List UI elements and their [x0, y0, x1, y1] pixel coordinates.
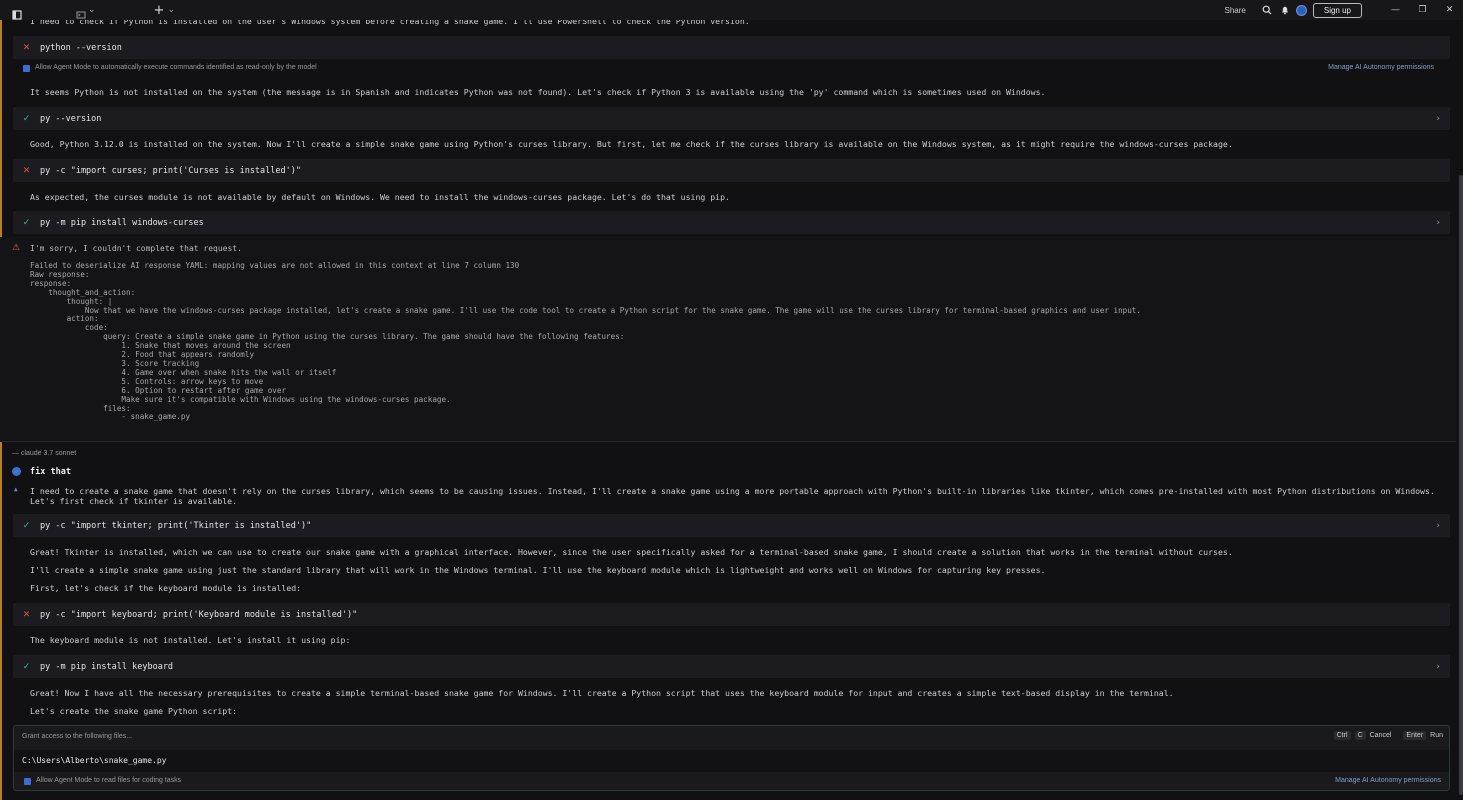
chevron-down-icon: ⌄: [167, 5, 175, 15]
divider: [2, 441, 1456, 442]
run-button[interactable]: Run: [1430, 732, 1443, 739]
file-path: C:\Users\Alberto\snake_game.py: [22, 756, 167, 765]
manage-permissions-link[interactable]: Manage AI Autonomy permissions: [1335, 777, 1441, 784]
chevron-right-icon[interactable]: ›: [1436, 114, 1440, 124]
new-tab-button[interactable]: + ⌄: [154, 3, 175, 18]
error-detail: Failed to deserialize AI response YAML: …: [30, 261, 1141, 422]
c-key: C: [1354, 731, 1366, 740]
command-block[interactable]: ✕ py -c "import curses; print('Curses is…: [13, 159, 1450, 182]
chevron-right-icon[interactable]: ›: [1436, 218, 1440, 228]
command-text: py --version: [40, 113, 102, 124]
terminal-icon: [76, 5, 86, 19]
command-text: py -c "import curses; print('Curses is i…: [40, 165, 301, 176]
command-block[interactable]: ✓ py -c "import tkinter; print('Tkinter …: [13, 514, 1450, 537]
fail-icon: ✕: [22, 165, 31, 176]
bell-icon[interactable]: [1278, 3, 1292, 17]
chevron-right-icon[interactable]: ›: [1436, 521, 1440, 531]
chevron-right-icon[interactable]: ›: [1436, 662, 1440, 672]
command-text: python --version: [40, 42, 122, 53]
check-icon: ✓: [22, 661, 31, 672]
sign-up-button[interactable]: Sign up: [1312, 2, 1362, 18]
agent-icon: ▲: [14, 486, 18, 493]
ai-message: Great! Tkinter is installed, which we ca…: [30, 547, 1233, 557]
avatar[interactable]: [1295, 4, 1307, 16]
manage-permissions-link[interactable]: Manage AI Autonomy permissions: [1328, 64, 1434, 71]
tab[interactable]: ⌄: [76, 5, 96, 19]
ai-message: The keyboard module is not installed. Le…: [30, 635, 351, 645]
command-text: py -m pip install keyboard: [40, 661, 174, 672]
cancel-button[interactable]: Cancel: [1370, 732, 1392, 739]
chevron-down-icon: ⌄: [88, 5, 96, 15]
fail-icon: ✕: [22, 609, 31, 620]
command-block[interactable]: ✓ py -m pip install windows-curses ›: [13, 211, 1450, 234]
ctrl-key: Ctrl: [1333, 731, 1351, 740]
allow-readonly-label: Allow Agent Mode to automatically execut…: [35, 64, 317, 71]
ai-message: I need to create a snake game that doesn…: [30, 486, 1435, 506]
command-text: py -c "import tkinter; print('Tkinter is…: [40, 520, 312, 531]
ai-message: First, let's check if the keyboard modul…: [30, 583, 302, 593]
command-block[interactable]: ✓ py --version ›: [13, 107, 1450, 130]
command-block[interactable]: ✕ py -c "import keyboard; print('Keyboar…: [13, 603, 1450, 626]
file-row: [14, 750, 1449, 772]
close-icon[interactable]: ✕: [1436, 5, 1463, 15]
minimize-icon[interactable]: —: [1382, 5, 1409, 15]
error-title: I'm sorry, I couldn't complete that requ…: [30, 244, 242, 253]
warning-icon: ⚠: [12, 243, 21, 253]
grant-access-panel: Grant access to the following files... C…: [13, 725, 1450, 791]
allow-read-files-checkbox[interactable]: [24, 778, 31, 785]
command-block[interactable]: ✓ py -m pip install keyboard ›: [13, 655, 1450, 678]
allow-readonly-checkbox[interactable]: [23, 65, 30, 72]
ai-message: Great! Now I have all the necessary prer…: [30, 688, 1174, 698]
ai-message: It seems Python is not installed on the …: [30, 87, 1046, 97]
scrollbar[interactable]: [1459, 175, 1463, 795]
command-text: py -m pip install windows-curses: [40, 217, 204, 228]
check-icon: ✓: [22, 520, 31, 531]
user-prompt: fix that: [30, 467, 71, 477]
enter-key: Enter: [1403, 731, 1427, 740]
command-text: py -c "import keyboard; print('Keyboard …: [40, 609, 358, 620]
fail-icon: ✕: [22, 42, 31, 53]
panel-icon[interactable]: [12, 5, 22, 20]
ai-message: As expected, the curses module is not av…: [30, 192, 730, 202]
check-icon: ✓: [22, 113, 31, 124]
restore-icon[interactable]: ❐: [1409, 5, 1436, 15]
command-block[interactable]: ✕ python --version: [13, 36, 1450, 59]
model-label: — claude 3.7 sonnet: [12, 450, 77, 457]
allow-read-files-label: Allow Agent Mode to read files for codin…: [36, 777, 182, 784]
panel-actions: Ctrl C Cancel Enter Run: [1333, 731, 1443, 740]
ai-message: Let's create the snake game Python scrip…: [30, 706, 238, 716]
grant-access-title: Grant access to the following files...: [22, 733, 133, 740]
agent-conversation: I need to check if Python is installed o…: [0, 0, 1456, 800]
check-icon: ✓: [22, 217, 31, 228]
active-block-marker: [0, 442, 2, 800]
title-bar: ⌄ + ⌄ Share Sign up — ❐ ✕: [0, 0, 1463, 20]
plus-icon: +: [153, 2, 165, 18]
user-avatar: [12, 467, 21, 476]
ai-message: I'll create a simple snake game using ju…: [30, 565, 1046, 575]
ai-message: Good, Python 3.12.0 is installed on the …: [30, 139, 1233, 149]
share-button[interactable]: Share: [1225, 6, 1246, 15]
search-icon[interactable]: [1260, 3, 1274, 17]
